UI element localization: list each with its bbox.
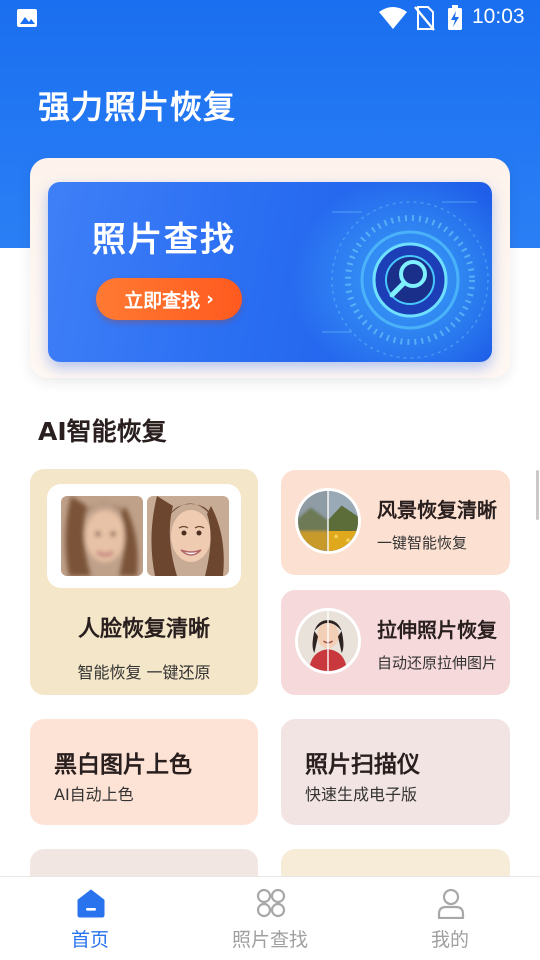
wifi-icon bbox=[379, 7, 407, 29]
photo-scanner-card[interactable]: 照片扫描仪 快速生成电子版 bbox=[281, 719, 510, 825]
landscape-restore-subtitle: 一键智能恢复 bbox=[377, 534, 468, 552]
stretch-restore-card[interactable]: 拉伸照片恢复 自动还原拉伸图片 bbox=[281, 590, 510, 695]
magnifier-radar-icon bbox=[292, 182, 492, 362]
clear-face-photo bbox=[147, 496, 229, 576]
grid-icon bbox=[256, 888, 286, 918]
scrollbar[interactable] bbox=[536, 470, 539, 520]
app-title: 强力照片恢复 bbox=[38, 88, 237, 126]
nav-home[interactable]: 首页 bbox=[0, 877, 180, 960]
find-now-label: 立即查找 bbox=[124, 289, 201, 312]
landscape-thumbnail bbox=[295, 488, 361, 554]
nav-photo-find[interactable]: 照片查找 bbox=[180, 877, 360, 960]
stretch-restore-subtitle: 自动还原拉伸图片 bbox=[377, 654, 498, 672]
face-restore-subtitle: 智能恢复 一键还原 bbox=[77, 663, 211, 682]
landscape-restore-title: 风景恢复清晰 bbox=[377, 498, 497, 522]
home-icon bbox=[77, 889, 105, 918]
nav-home-label: 首页 bbox=[70, 929, 109, 951]
gallery-icon bbox=[17, 9, 37, 27]
section-title-ai-restore: AI智能恢复 bbox=[38, 417, 167, 446]
status-bar: 10:03 bbox=[0, 0, 540, 38]
find-now-button[interactable]: 立即查找 › bbox=[96, 278, 242, 320]
nav-photo-find-label: 照片查找 bbox=[231, 929, 308, 951]
nav-mine-label: 我的 bbox=[430, 929, 469, 951]
bottom-navigation: 首页 照片查找 我的 bbox=[0, 876, 540, 960]
status-time: 10:03 bbox=[472, 5, 525, 28]
stretch-restore-title: 拉伸照片恢复 bbox=[377, 618, 497, 642]
face-restore-title: 人脸恢复清晰 bbox=[77, 617, 210, 642]
photo-find-banner[interactable]: 照片查找 立即查找 › bbox=[48, 182, 492, 362]
stretch-thumbnail bbox=[295, 608, 361, 674]
chevron-right-icon: › bbox=[206, 288, 214, 310]
no-sim-icon bbox=[414, 6, 435, 31]
colorize-subtitle: AI自动上色 bbox=[54, 785, 134, 804]
blurry-face-photo bbox=[61, 496, 143, 576]
colorize-card[interactable]: 黑白图片上色 AI自动上色 bbox=[30, 719, 258, 825]
nav-mine[interactable]: 我的 bbox=[360, 877, 540, 960]
face-comparison bbox=[47, 484, 241, 588]
hero-title: 照片查找 bbox=[92, 220, 236, 260]
user-icon bbox=[437, 888, 465, 919]
colorize-title: 黑白图片上色 bbox=[54, 752, 192, 778]
photo-scanner-subtitle: 快速生成电子版 bbox=[305, 785, 418, 804]
face-restore-card[interactable]: 人脸恢复清晰 智能恢复 一键还原 bbox=[30, 469, 258, 695]
landscape-restore-card[interactable]: 风景恢复清晰 一键智能恢复 bbox=[281, 470, 510, 575]
photo-scanner-title: 照片扫描仪 bbox=[305, 752, 420, 778]
battery-charging-icon bbox=[448, 5, 462, 30]
